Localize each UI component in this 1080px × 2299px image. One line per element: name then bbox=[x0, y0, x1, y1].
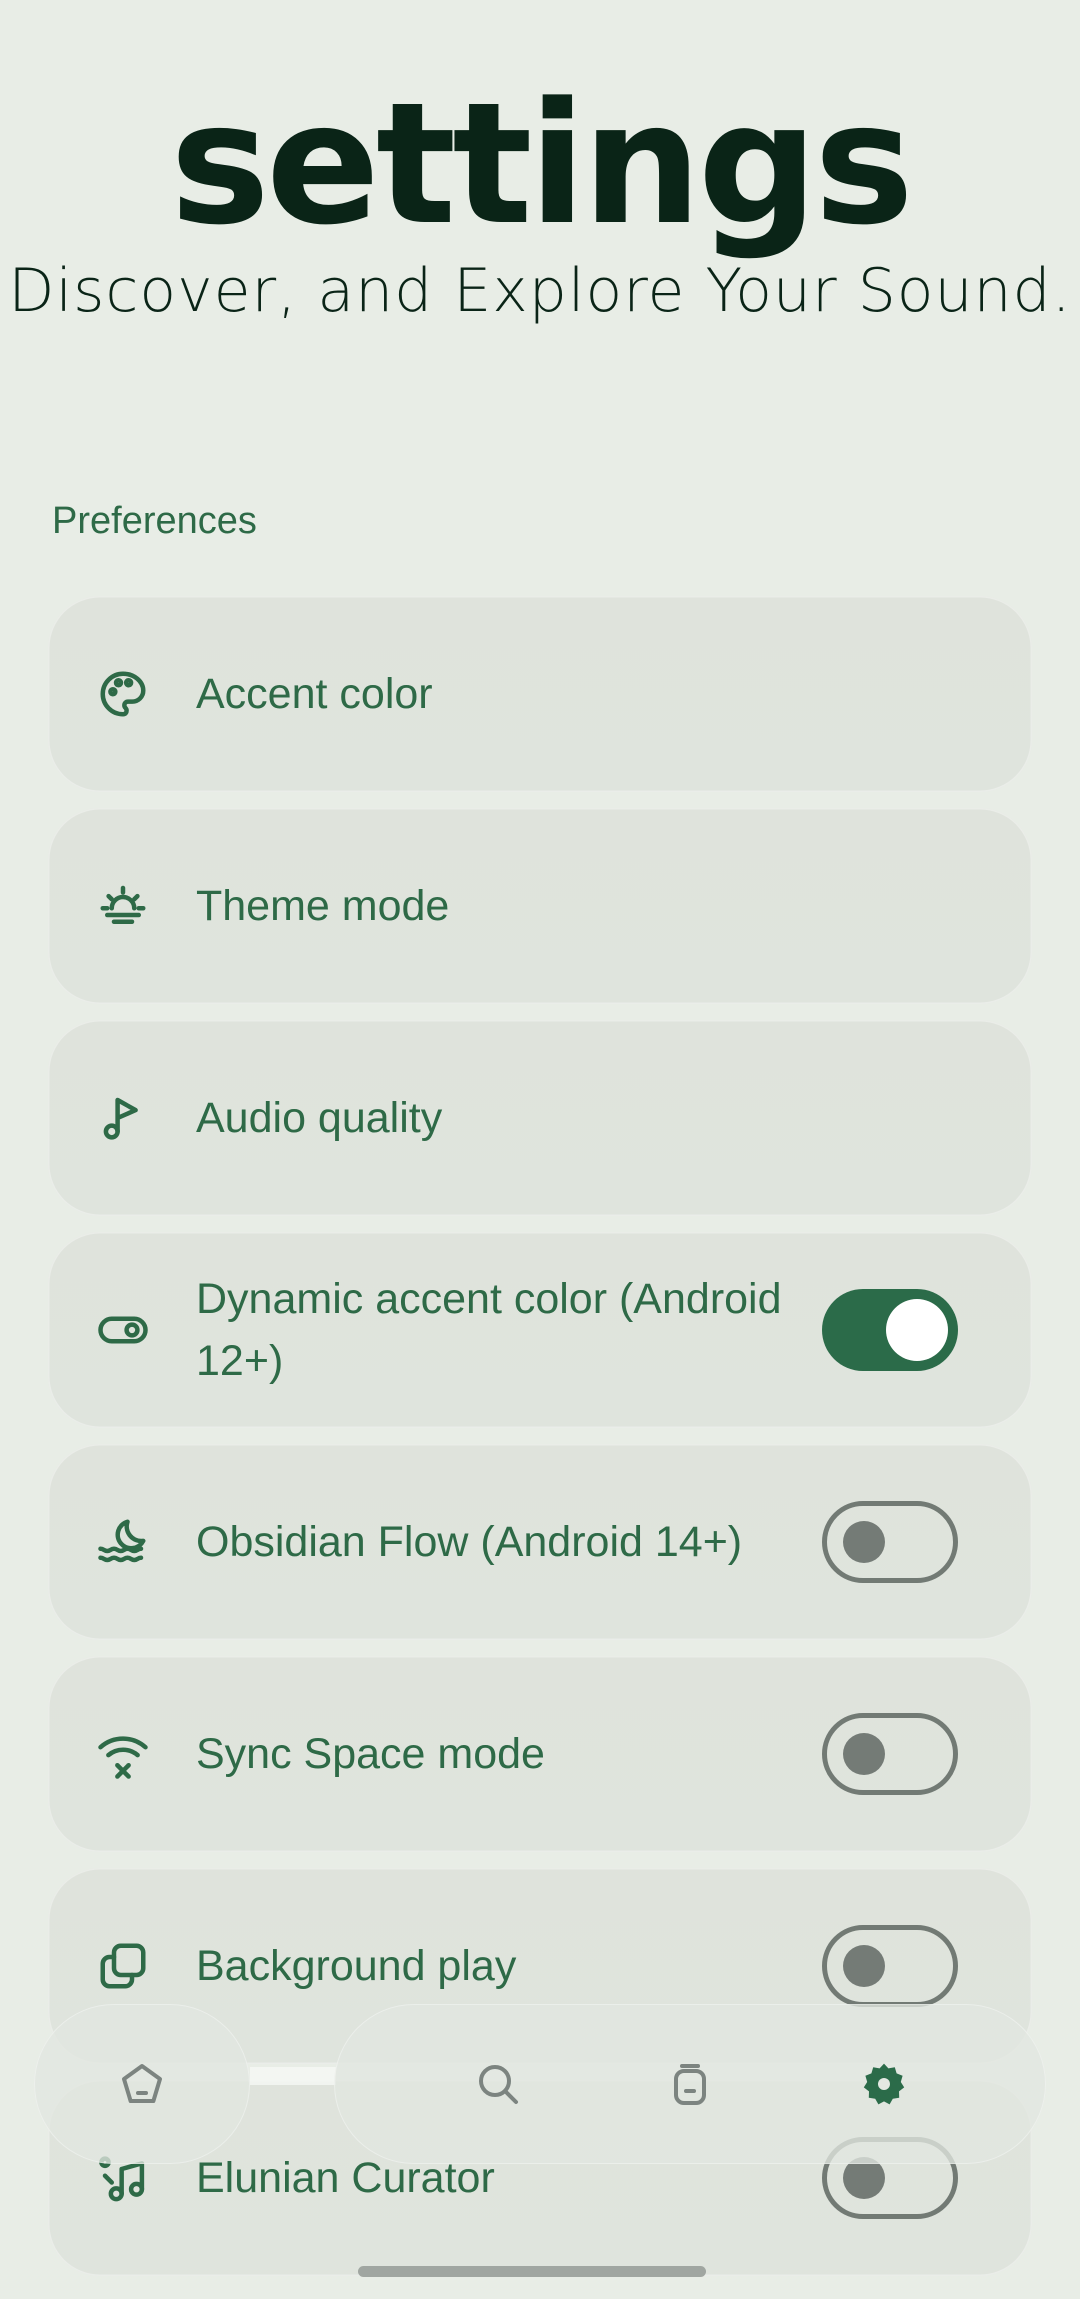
nav-home-pill bbox=[34, 2004, 250, 2164]
sunrise-icon bbox=[96, 879, 150, 933]
setting-audio-quality[interactable]: Audio quality bbox=[48, 1020, 1032, 1216]
settings-gear-icon[interactable] bbox=[860, 2060, 908, 2108]
toggle-knob bbox=[843, 1945, 885, 1987]
library-icon[interactable] bbox=[666, 2060, 714, 2108]
setting-obsidian-flow[interactable]: Obsidian Flow (Android 14+) bbox=[48, 1444, 1032, 1640]
dynamic-accent-toggle[interactable] bbox=[822, 1289, 958, 1371]
toggle-icon bbox=[96, 1303, 150, 1357]
setting-label: Dynamic accent color (Android 12+) bbox=[196, 1275, 782, 1385]
toggle-knob bbox=[843, 1733, 885, 1775]
setting-dynamic-accent-color[interactable]: Dynamic accent color (Android 12+) bbox=[48, 1232, 1032, 1428]
background-play-toggle[interactable] bbox=[822, 1925, 958, 2007]
setting-label: Obsidian Flow (Android 14+) bbox=[196, 1518, 743, 1566]
obsidian-flow-toggle[interactable] bbox=[822, 1501, 958, 1583]
toggle-knob bbox=[843, 1521, 885, 1563]
palette-icon bbox=[96, 667, 150, 721]
home-pentagon-icon[interactable] bbox=[118, 2060, 166, 2108]
setting-label: Audio quality bbox=[196, 1094, 443, 1142]
setting-theme-mode[interactable]: Theme mode bbox=[48, 808, 1032, 1004]
setting-label: Sync Space mode bbox=[196, 1730, 545, 1778]
page-title: settings bbox=[170, 66, 914, 262]
setting-accent-color[interactable]: Accent color bbox=[48, 596, 1032, 792]
copy-icon bbox=[96, 1939, 150, 1993]
sync-space-toggle[interactable] bbox=[822, 1713, 958, 1795]
navbar-connector bbox=[250, 2067, 336, 2085]
bottom-navigation bbox=[334, 2004, 1046, 2164]
wifi-off-icon bbox=[96, 1727, 150, 1781]
setting-label: Theme mode bbox=[196, 882, 450, 930]
home-indicator bbox=[358, 2266, 706, 2277]
moon-waves-icon bbox=[96, 1515, 150, 1569]
section-header: Preferences bbox=[52, 500, 257, 542]
search-icon[interactable] bbox=[474, 2060, 522, 2108]
setting-label: Accent color bbox=[196, 670, 433, 718]
setting-sync-space-mode[interactable]: Sync Space mode bbox=[48, 1656, 1032, 1852]
music-note-icon bbox=[96, 1091, 150, 1145]
page-subtitle: Discover, and Explore Your Sound. bbox=[8, 256, 1072, 326]
toggle-knob bbox=[886, 1299, 948, 1361]
setting-label: Background play bbox=[196, 1942, 517, 1990]
